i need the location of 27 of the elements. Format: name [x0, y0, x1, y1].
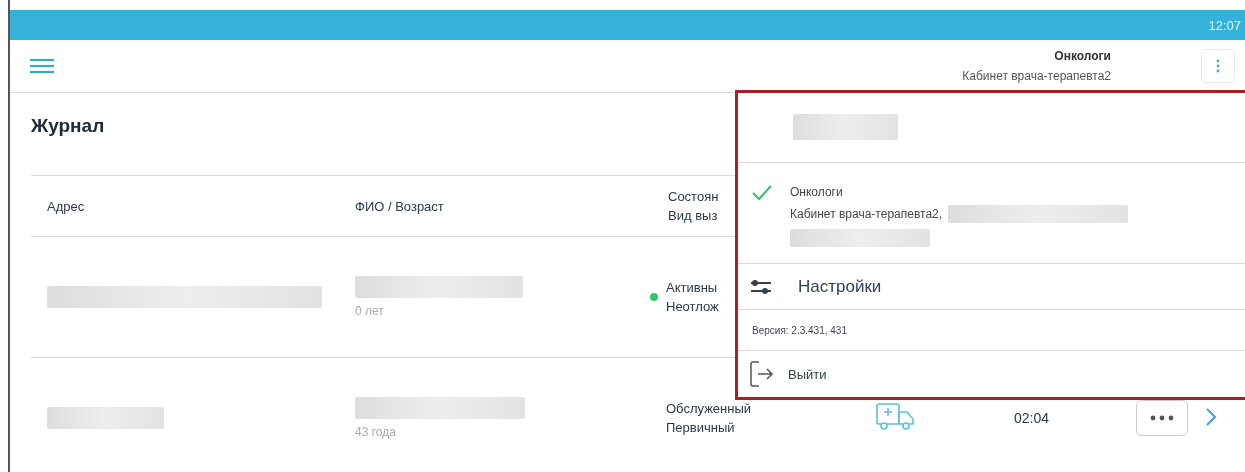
call-status: Обслуженный: [666, 401, 752, 416]
patient-age: 43 года: [355, 425, 397, 439]
column-header: Адрес: [47, 198, 85, 214]
column-header: ФИО / Возраст: [355, 198, 444, 214]
call-time: 02:04: [1014, 410, 1050, 426]
logout-icon: [750, 361, 774, 388]
department-name: Онкологи: [1054, 49, 1111, 63]
menu-icon[interactable]: [30, 58, 54, 74]
account-item[interactable]: Онкологи Кабинет врача-терапевта2,: [738, 162, 1245, 264]
cabinet-name: Кабинет врача-терапевта2: [962, 69, 1111, 83]
call-status: Активны: [666, 280, 719, 295]
column-header: Состоян Вид выз: [668, 189, 719, 223]
call-type: Неотлож: [666, 299, 719, 314]
page-title: Журнал: [31, 115, 105, 137]
call-type: Первичный: [666, 420, 736, 435]
version-text: Версия: 2.3.431, 431: [738, 310, 1245, 352]
kebab-icon: [1216, 59, 1220, 73]
logout-item[interactable]: Выйти: [738, 351, 1245, 397]
sliders-icon: [750, 278, 772, 295]
chevron-right-icon[interactable]: [1206, 407, 1216, 426]
ellipsis-icon: [1150, 415, 1174, 421]
more-button[interactable]: [1136, 400, 1188, 436]
patient-age: 0 лет: [355, 304, 385, 318]
cabinet-name: Кабинет врача-терапевта2,: [790, 206, 943, 221]
department-name: Онкологи: [790, 184, 844, 199]
status-time: 12:07: [1208, 17, 1241, 33]
settings-item[interactable]: Настройки: [738, 264, 1245, 310]
